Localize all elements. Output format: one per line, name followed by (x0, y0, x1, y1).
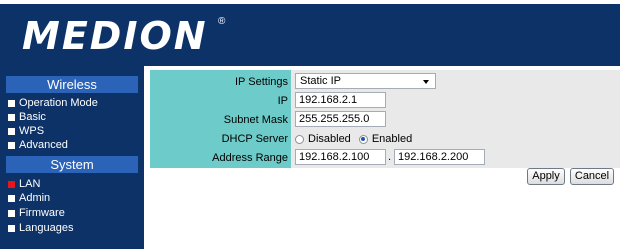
radio-disabled[interactable] (295, 134, 304, 144)
address-range-end-input[interactable]: 192.168.2.200 (394, 149, 485, 165)
ip-label: IP (277, 95, 288, 107)
medion-logo: MEDION (22, 14, 208, 58)
label-column: IP Settings IP Subnet Mask DHCP Server A… (150, 70, 291, 168)
bullet-icon (8, 99, 15, 107)
address-range-label: Address Range (212, 152, 288, 164)
ip-input[interactable]: 192.168.2.1 (295, 92, 386, 108)
ip-settings-label: IP Settings (235, 76, 288, 88)
field-column: Static IP 192.168.2.1 255.255.255.0 Disa… (291, 70, 620, 168)
bullet-icon (8, 141, 15, 149)
trademark-symbol: ® (218, 16, 226, 27)
sidebar-item-lan[interactable]: LAN (8, 177, 40, 191)
sidebar: Wireless Operation Mode Basic WPS Advanc… (0, 66, 144, 249)
active-bullet-icon (8, 180, 15, 188)
radio-disabled-label: Disabled (308, 133, 351, 145)
subnet-mask-input[interactable]: 255.255.255.0 (295, 111, 386, 127)
ip-settings-value: Static IP (300, 75, 341, 87)
section-header-system: System (6, 156, 138, 173)
sidebar-item-label: Firmware (19, 207, 65, 219)
dhcp-server-radio-group: Disabled Enabled (295, 132, 412, 146)
sidebar-item-label: Admin (19, 192, 51, 204)
sidebar-item-label: Operation Mode (19, 97, 98, 109)
ip-settings-select[interactable]: Static IP (295, 73, 436, 89)
bullet-icon (8, 194, 15, 202)
bullet-icon (8, 224, 15, 232)
bullet-icon (8, 127, 15, 135)
cancel-button[interactable]: Cancel (570, 168, 614, 185)
section-header-wireless: Wireless (6, 76, 138, 93)
bullet-icon (8, 209, 15, 217)
sidebar-item-languages[interactable]: Languages (8, 221, 73, 235)
sidebar-item-advanced[interactable]: Advanced (8, 138, 68, 152)
header: MEDION ® (0, 0, 620, 66)
subnet-mask-label: Subnet Mask (223, 114, 288, 126)
lan-settings-form: IP Settings IP Subnet Mask DHCP Server A… (150, 70, 620, 168)
sidebar-item-operation-mode[interactable]: Operation Mode (8, 96, 98, 110)
chevron-down-icon (423, 80, 429, 84)
main-content: IP Settings IP Subnet Mask DHCP Server A… (144, 66, 620, 249)
sidebar-item-label: Advanced (19, 139, 68, 151)
address-range-start-input[interactable]: 192.168.2.100 (295, 149, 386, 165)
apply-button[interactable]: Apply (527, 168, 565, 185)
logo-bar: MEDION ® (0, 4, 620, 66)
sidebar-item-firmware[interactable]: Firmware (8, 206, 65, 220)
sidebar-item-basic[interactable]: Basic (8, 110, 46, 124)
radio-enabled[interactable] (358, 134, 368, 144)
bullet-icon (8, 113, 15, 121)
sidebar-item-label: WPS (19, 125, 45, 137)
radio-enabled-label: Enabled (371, 133, 413, 145)
dhcp-server-label: DHCP Server (221, 133, 288, 145)
range-separator: . (388, 151, 392, 163)
sidebar-item-label: Basic (19, 111, 46, 123)
sidebar-item-wps[interactable]: WPS (8, 124, 44, 138)
sidebar-item-label: LAN (19, 178, 41, 190)
sidebar-item-admin[interactable]: Admin (8, 191, 50, 205)
sidebar-item-label: Languages (19, 222, 74, 234)
